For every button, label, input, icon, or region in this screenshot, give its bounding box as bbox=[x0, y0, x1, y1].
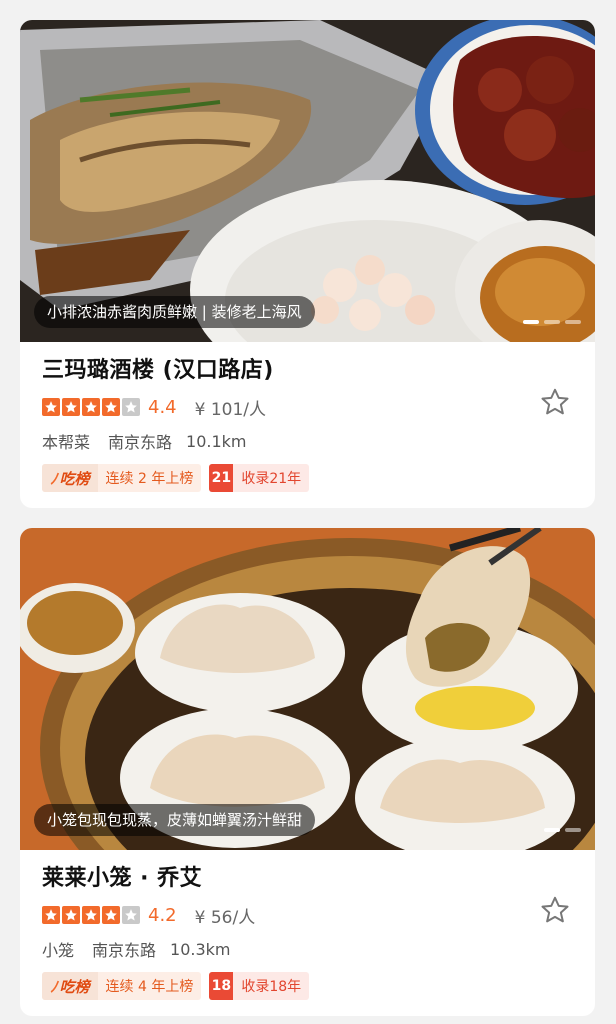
flame-mark-icon: ﾉ bbox=[50, 469, 58, 488]
ranking-logo-text: 吃榜 bbox=[59, 469, 90, 488]
rating-row: 4.2 ¥ 56/人 bbox=[42, 904, 573, 928]
meta-row: 本帮菜 南京东路 10.1km bbox=[42, 430, 573, 453]
ranking-text: 连续 2 年上榜 bbox=[105, 471, 194, 487]
pagination-dot bbox=[544, 828, 560, 832]
rating-row: 4.4 ¥ 101/人 bbox=[42, 396, 573, 420]
cuisine-label: 小笼 bbox=[42, 941, 75, 960]
meta-row: 小笼 南京东路 10.3km bbox=[42, 938, 573, 961]
photo-caption: 小笼包现包现蒸，皮薄如蝉翼汤汁鲜甜 bbox=[34, 804, 316, 836]
star-icon bbox=[62, 906, 80, 924]
area-label: 南京东路 bbox=[108, 433, 173, 452]
ranking-logo: ﾉ 吃榜 bbox=[42, 972, 98, 1000]
ranking-logo-text: 吃榜 bbox=[59, 977, 90, 996]
restaurant-card[interactable]: 小笼包现包现蒸，皮薄如蝉翼汤汁鲜甜 莱莱小笼 · 乔艾 4.2 ¥ 56/人 小… bbox=[20, 528, 595, 1016]
star-icon bbox=[122, 398, 140, 416]
years-text: 收录18年 bbox=[241, 979, 302, 995]
restaurant-photo[interactable]: 小笼包现包现蒸，皮薄如蝉翼汤汁鲜甜 bbox=[20, 528, 595, 850]
star-icon bbox=[82, 906, 100, 924]
photo-caption: 小排浓油赤酱肉质鲜嫩 | 装修老上海风 bbox=[34, 296, 315, 328]
photo-pagination bbox=[523, 320, 581, 324]
restaurant-name[interactable]: 三玛璐酒楼 (汉口路店) bbox=[42, 356, 573, 386]
cuisine-label: 本帮菜 bbox=[42, 433, 91, 452]
years-text: 收录21年 bbox=[241, 471, 302, 487]
ranking-text: 连续 4 年上榜 bbox=[105, 979, 194, 995]
favorite-star-outline-icon bbox=[541, 388, 569, 415]
restaurant-name[interactable]: 莱莱小笼 · 乔艾 bbox=[42, 864, 573, 894]
pagination-dot bbox=[565, 828, 581, 832]
rating-score: 4.4 bbox=[148, 396, 177, 418]
ranking-tag[interactable]: ﾉ 吃榜 连续 4 年上榜 bbox=[42, 972, 202, 1000]
favorite-button[interactable] bbox=[537, 892, 573, 928]
restaurant-card[interactable]: 小排浓油赤酱肉质鲜嫩 | 装修老上海风 三玛璐酒楼 (汉口路店) 4.4 ¥ 1… bbox=[20, 20, 595, 508]
years-badge: 21 bbox=[209, 464, 234, 492]
tag-row: ﾉ 吃榜 连续 4 年上榜 18 收录18年 bbox=[42, 972, 573, 1000]
photo-pagination bbox=[544, 828, 581, 832]
flame-mark-icon: ﾉ bbox=[50, 977, 58, 996]
star-rating bbox=[42, 906, 140, 924]
pagination-dot bbox=[544, 320, 560, 324]
tag-row: ﾉ 吃榜 连续 2 年上榜 21 收录21年 bbox=[42, 464, 573, 492]
distance-label: 10.3km bbox=[170, 939, 231, 959]
years-tag[interactable]: 18 收录18年 bbox=[209, 972, 310, 1000]
distance-label: 10.1km bbox=[186, 431, 247, 451]
ranking-logo: ﾉ 吃榜 bbox=[42, 464, 98, 492]
pagination-dot bbox=[565, 320, 581, 324]
price-per-person: ¥ 101/人 bbox=[194, 399, 267, 420]
star-rating bbox=[42, 398, 140, 416]
xiaolongbao-photo-illustration bbox=[20, 528, 595, 850]
pagination-dot bbox=[523, 320, 539, 324]
star-icon bbox=[122, 906, 140, 924]
favorite-star-outline-icon bbox=[541, 896, 569, 923]
favorite-button[interactable] bbox=[537, 384, 573, 420]
area-label: 南京东路 bbox=[92, 941, 157, 960]
price-per-person: ¥ 56/人 bbox=[194, 907, 256, 928]
star-icon bbox=[102, 398, 120, 416]
rating-score: 4.2 bbox=[148, 904, 177, 926]
star-icon bbox=[42, 398, 60, 416]
star-icon bbox=[42, 906, 60, 924]
restaurant-photo[interactable]: 小排浓油赤酱肉质鲜嫩 | 装修老上海风 bbox=[20, 20, 595, 342]
braised-fish-photo-illustration bbox=[20, 20, 595, 342]
years-tag[interactable]: 21 收录21年 bbox=[209, 464, 310, 492]
years-badge: 18 bbox=[209, 972, 234, 1000]
star-icon bbox=[82, 398, 100, 416]
star-icon bbox=[102, 906, 120, 924]
ranking-tag[interactable]: ﾉ 吃榜 连续 2 年上榜 bbox=[42, 464, 202, 492]
star-icon bbox=[62, 398, 80, 416]
